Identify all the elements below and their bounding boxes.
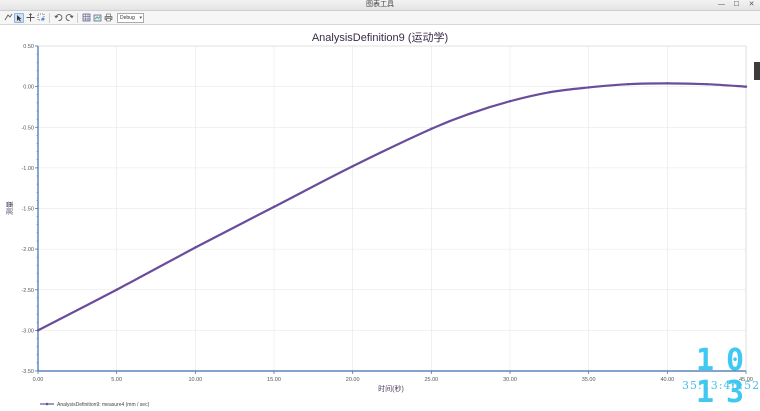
toolbar-separator [49,12,50,23]
x-tick-label: 10.00 [188,377,202,383]
data-point [115,288,118,291]
pan-icon[interactable] [25,13,35,23]
data-point [351,165,354,168]
x-tick-label: 5.00 [111,377,122,383]
mode-select[interactable]: Debug ▾ [117,12,144,23]
cursor-icon[interactable] [14,12,24,23]
undo-icon[interactable] [53,13,63,23]
data-point [469,112,472,115]
y-tick-label: 0.00 [23,85,34,91]
clock-time-text: 35:13:46:52 [682,379,760,392]
print-icon[interactable] [103,13,113,23]
window-title: 图表工具 [366,1,394,8]
window-controls: — ☐ ✕ [717,0,756,10]
x-tick-label: 30.00 [503,377,517,383]
export-icon[interactable] [92,13,102,23]
window-titlebar: 图表工具 — ☐ ✕ [0,0,760,11]
close-button[interactable]: ✕ [747,0,756,10]
data-point [36,329,40,332]
x-tick-label: 25.00 [424,377,438,383]
toolbar-separator [77,12,78,23]
x-tick-label: 40.00 [660,377,674,383]
open-icon[interactable] [3,13,13,23]
y-tick-label: 0.50 [23,44,34,50]
data-point [705,82,708,86]
legend-marker [45,402,49,406]
chart-series [36,82,748,332]
data-point [272,205,276,209]
data-point [430,127,433,131]
x-tick-label: 15.00 [267,377,281,383]
chevron-down-icon: ▾ [139,14,142,21]
x-tick-label: 35.00 [582,377,596,383]
data-point [744,85,748,88]
chart-area[interactable]: AnalysisDefinition9 (运动学) 0.00 5.00 10.00 1… [0,25,760,411]
x-tick-label: 20.00 [346,377,360,383]
chart-grid [37,45,747,372]
data-point [666,82,669,85]
y-tick-label: -1.50 [21,207,34,213]
x-axis-ticks: 0.00 5.00 10.00 15.00 20.00 25.00 30.00 35.00 40… [33,371,753,383]
y-axis-label: 测量 [6,201,14,215]
chart-toolbar: Debug ▾ [0,11,760,25]
data-point [587,86,590,89]
y-tick-label: -2.50 [21,288,34,294]
clock-widget: 10 13 35:13:46:52 [682,345,760,409]
series-line [36,82,748,332]
maximize-button[interactable]: ☐ [732,0,741,10]
y-tick-label: -1.00 [21,166,34,172]
data-point [626,82,630,86]
chart-legend: AnalysisDefinition9: measure4 (mm / sec) [40,402,150,408]
grid-icon[interactable] [81,13,91,23]
legend-entry-label: AnalysisDefinition9: measure4 (mm / sec) [57,402,150,408]
y-tick-label: -0.50 [21,125,34,131]
minimize-button[interactable]: — [717,0,726,10]
y-tick-label: -3.50 [21,369,34,375]
data-point [194,246,197,249]
redo-icon[interactable] [64,13,74,23]
y-axis-ticks: 0.50 0.00 -0.50 -1.00 -1.50 -2.00 -2.50 -3.00 -3… [21,44,38,375]
clock-big-digits: 10 13 [696,343,757,410]
side-panel-handle[interactable] [754,62,760,80]
x-tick-label: 0.00 [33,377,44,383]
y-tick-label: -3.00 [21,328,34,334]
mode-select-value: Debug [120,14,135,21]
zoom-icon[interactable] [36,13,46,23]
data-point [548,91,551,94]
x-axis-label: 时间(秒) [378,384,404,393]
y-tick-label: -2.00 [21,247,34,253]
data-point [508,100,512,103]
chart-title: AnalysisDefinition9 (运动学) [312,30,448,44]
